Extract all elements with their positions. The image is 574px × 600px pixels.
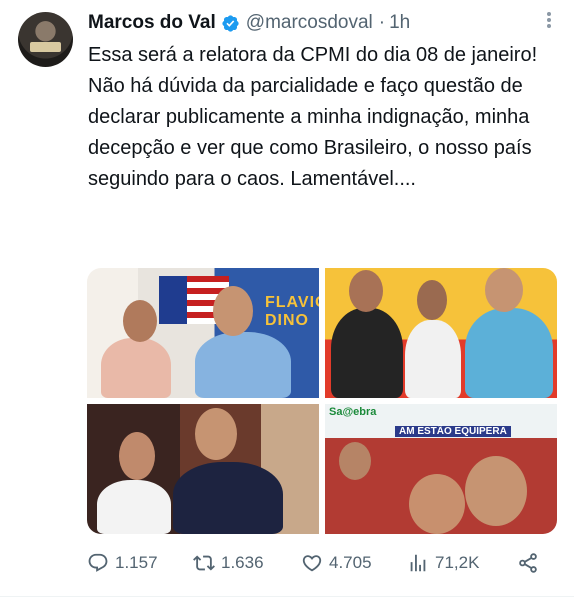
retweet-button[interactable]: 1.636 (193, 548, 264, 578)
reply-count: 1.157 (115, 553, 158, 572)
person-woman (405, 320, 461, 398)
head (119, 432, 155, 480)
head (123, 300, 157, 342)
avatar-patch (30, 42, 61, 52)
views-count: 71,2K (435, 553, 480, 572)
author-name[interactable]: Marcos do Val (88, 12, 216, 34)
photo-4[interactable]: Sa@ebra AM ESTÃO EQUIPERA (325, 404, 557, 534)
person-man (173, 462, 283, 534)
reply-icon (88, 553, 108, 572)
like-button[interactable]: 4.705 (301, 548, 372, 578)
time-separator: · (378, 12, 386, 33)
author-avatar[interactable] (18, 12, 73, 67)
street-banner: Sa@ebra AM ESTÃO EQUIPERA (325, 404, 557, 438)
like-icon (302, 555, 322, 572)
head (465, 456, 527, 526)
like-count: 4.705 (329, 553, 372, 572)
tweet-divider (0, 596, 574, 597)
share-icon (519, 553, 537, 573)
tweet-text: Essa será a relatora da CPMI do dia 08 d… (88, 40, 558, 195)
head (417, 280, 447, 320)
photo-2[interactable] (325, 268, 557, 398)
tweet-header: Marcos do Val @marcosdoval · 1h (88, 10, 410, 36)
tweet-text-line2: Não há dúvida da parcialidade e faço que… (88, 75, 532, 190)
media-grid: FLAVIO DINO Sa@ebra AM ESTÃO EQUIPERA (87, 268, 557, 534)
head (409, 474, 465, 534)
tweet-time[interactable]: 1h (389, 12, 410, 34)
banner-text: Sa@ebra (329, 406, 377, 418)
photo-1[interactable]: FLAVIO DINO (87, 268, 319, 398)
person-man-right (465, 308, 553, 398)
head (195, 408, 237, 460)
author-handle[interactable]: @marcosdoval (246, 12, 373, 34)
action-bar: 1.157 1.636 4.705 71,2K (87, 548, 557, 578)
head (485, 268, 523, 312)
tweet[interactable]: Marcos do Val @marcosdoval · 1h Essa ser… (0, 0, 574, 600)
more-icon[interactable] (546, 10, 552, 30)
head (349, 270, 383, 312)
head (339, 442, 371, 480)
banner-text-2: AM ESTÃO EQUIPERA (395, 426, 511, 437)
person-woman (101, 338, 171, 398)
views-icon (410, 554, 426, 572)
share-button[interactable] (517, 548, 539, 578)
person-man-left (331, 308, 403, 398)
tweet-text-line1: Essa será a relatora da CPMI do dia 08 d… (88, 44, 538, 66)
person-woman (97, 480, 171, 534)
photo-3[interactable] (87, 404, 319, 534)
reply-button[interactable]: 1.157 (87, 548, 158, 578)
retweet-icon (193, 555, 215, 571)
campaign-sign: FLAVIO DINO (265, 294, 319, 329)
head (213, 286, 253, 336)
retweet-count: 1.636 (221, 553, 264, 572)
person-man (195, 332, 291, 398)
verified-icon (222, 14, 239, 32)
views-button[interactable]: 71,2K (407, 548, 479, 578)
